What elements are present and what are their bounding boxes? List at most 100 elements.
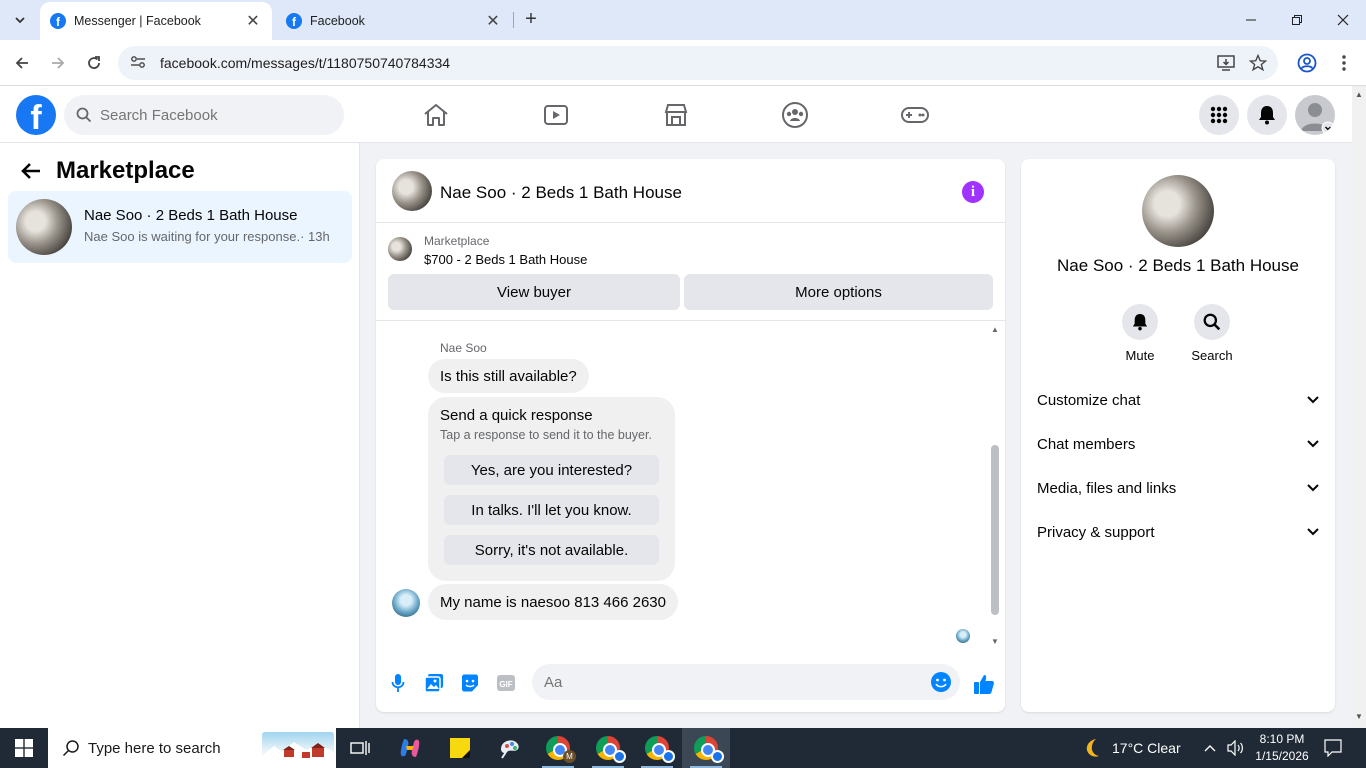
tab-title: Messenger | Facebook (74, 14, 201, 28)
url-text[interactable]: facebook.com/messages/t/1180750740784334 (160, 55, 1278, 71)
bookmark-star-icon[interactable] (1248, 53, 1268, 73)
chat-scrollbar[interactable]: ▲ ▼ (990, 325, 1000, 647)
gaming-icon[interactable] (898, 98, 932, 132)
close-window-button[interactable] (1320, 0, 1366, 40)
message-bubble: My name is naesoo 813 466 2630 (428, 584, 678, 620)
scroll-down-arrow-icon[interactable]: ▼ (1355, 712, 1363, 721)
mute-button[interactable]: Mute (1110, 304, 1170, 363)
back-arrow-icon[interactable] (20, 161, 44, 183)
search-chat-button[interactable]: Search (1182, 304, 1242, 363)
omnibox[interactable]: facebook.com/messages/t/1180750740784334 (118, 46, 1278, 80)
more-options-button[interactable]: More options (684, 274, 993, 310)
quick-response-option[interactable]: In talks. I'll let you know. (444, 495, 659, 525)
quick-response-option[interactable]: Sorry, it's not available. (444, 535, 659, 565)
sticky-notes-icon[interactable] (436, 728, 484, 768)
home-icon[interactable] (419, 98, 453, 132)
scroll-up-arrow-icon[interactable]: ▲ (990, 325, 1000, 334)
read-receipt-avatar (956, 629, 970, 643)
message-composer: GIF (376, 659, 1005, 712)
volume-icon[interactable] (1227, 728, 1245, 768)
chat-title[interactable]: Nae Soo · 2 Beds 1 Bath House (440, 183, 682, 203)
profile-icon[interactable] (1297, 53, 1317, 73)
chat-header: Nae Soo · 2 Beds 1 Bath House i (376, 159, 1005, 223)
chrome-profile-4-icon[interactable] (682, 728, 730, 768)
back-button[interactable] (10, 51, 34, 75)
tab-search-chevron-icon[interactable] (8, 8, 32, 32)
listing-price-title[interactable]: $700 - 2 Beds 1 Bath House (424, 252, 587, 267)
chrome-profile-2-icon[interactable] (584, 728, 632, 768)
marketplace-icon[interactable] (659, 98, 693, 132)
install-app-icon[interactable] (1216, 53, 1236, 73)
taskbar-search-placeholder: Type here to search (88, 739, 221, 757)
snipping-tool-icon[interactable] (486, 728, 534, 768)
chrome-profile-m-icon[interactable]: M (534, 728, 582, 768)
search-icon (1194, 304, 1230, 340)
facebook-search[interactable] (64, 95, 344, 135)
section-label: Chat members (1037, 435, 1136, 453)
view-buyer-button[interactable]: View buyer (388, 274, 680, 310)
task-view-icon[interactable] (336, 728, 384, 768)
new-tab-button[interactable]: + (520, 8, 542, 30)
windows-start-icon[interactable] (0, 728, 48, 768)
restore-button[interactable] (1274, 0, 1320, 40)
menu-grid-icon[interactable] (1199, 95, 1239, 135)
sender-avatar[interactable] (392, 589, 420, 617)
page-scrollbar[interactable]: ▲ ▼ (1352, 86, 1366, 728)
close-tab-icon[interactable]: ✕ (244, 11, 262, 31)
emoji-icon[interactable] (930, 671, 952, 698)
info-icon[interactable]: i (962, 181, 984, 203)
scroll-up-arrow-icon[interactable]: ▲ (1355, 90, 1363, 99)
quick-response-option[interactable]: Yes, are you interested? (444, 455, 659, 485)
forward-button[interactable] (46, 51, 70, 75)
scroll-down-arrow-icon[interactable]: ▼ (990, 637, 1000, 646)
tray-overflow-chevron-icon[interactable] (1204, 728, 1216, 768)
svg-text:GIF: GIF (499, 680, 512, 689)
message-input[interactable] (544, 673, 914, 691)
weather-widget[interactable]: 17°C Clear (1082, 728, 1181, 768)
sticker-icon[interactable] (459, 672, 481, 694)
tab-facebook[interactable]: f Facebook ✕ (276, 2, 512, 40)
video-icon[interactable] (539, 98, 573, 132)
groups-icon[interactable] (778, 98, 812, 132)
profile-avatar[interactable] (1142, 175, 1214, 247)
reload-button[interactable] (82, 51, 106, 75)
thumbs-up-icon[interactable] (972, 672, 996, 696)
browser-menu-icon[interactable] (1334, 53, 1354, 73)
account-avatar[interactable] (1295, 95, 1335, 135)
chat-avatar[interactable] (392, 171, 432, 211)
conversation-avatar (16, 199, 72, 255)
taskbar-clock[interactable]: 8:10 PM 1/15/2026 (1250, 731, 1314, 765)
message-input-wrapper[interactable] (532, 664, 960, 700)
facebook-logo-icon[interactable]: f (16, 95, 56, 135)
close-tab-icon[interactable]: ✕ (484, 11, 502, 31)
facebook-favicon-icon: f (50, 13, 66, 29)
privacy-support-row[interactable]: Privacy & support (1037, 510, 1319, 554)
media-files-links-row[interactable]: Media, files and links (1037, 466, 1319, 510)
notification-center-icon[interactable] (1324, 728, 1342, 768)
facebook-search-input[interactable] (100, 106, 320, 124)
customize-chat-row[interactable]: Customize chat (1037, 378, 1319, 422)
search-highlight-image[interactable] (262, 732, 334, 764)
section-label: Customize chat (1037, 391, 1141, 409)
moon-icon (1086, 739, 1099, 757)
mute-label: Mute (1125, 348, 1155, 363)
photo-attach-icon[interactable] (423, 672, 445, 694)
minimize-button[interactable] (1228, 0, 1274, 40)
chrome-profile-3-icon[interactable] (633, 728, 681, 768)
listing-thumbnail[interactable] (388, 237, 412, 261)
conversation-item[interactable]: Nae Soo · 2 Beds 1 Bath House Nae Soo is… (8, 191, 352, 263)
tab-messenger[interactable]: f Messenger | Facebook ✕ (40, 2, 272, 40)
chevron-down-icon (1307, 484, 1319, 492)
taskbar-search[interactable]: Type here to search (48, 728, 336, 768)
microphone-icon[interactable] (387, 672, 409, 694)
gif-icon[interactable]: GIF (495, 672, 517, 694)
weather-text: 17°C Clear (1112, 740, 1181, 756)
copilot-icon[interactable] (386, 728, 434, 768)
notifications-bell-icon[interactable] (1247, 95, 1287, 135)
site-settings-icon[interactable] (130, 55, 146, 72)
clock-time: 8:10 PM (1259, 732, 1305, 746)
search-label: Search (1191, 348, 1233, 363)
search-icon (76, 107, 92, 123)
chat-members-row[interactable]: Chat members (1037, 422, 1319, 466)
scroll-thumb[interactable] (991, 445, 999, 615)
